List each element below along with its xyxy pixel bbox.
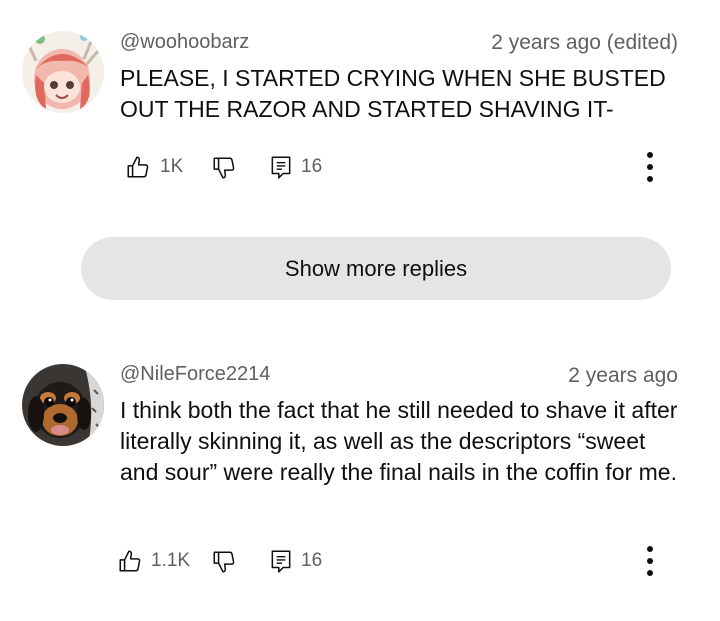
comment-text: I think both the fact that he still need… [120, 397, 678, 485]
thumbs-up-icon[interactable] [117, 548, 143, 574]
thumbs-down-icon[interactable] [211, 155, 237, 181]
reply-count: 16 [301, 550, 323, 571]
avatar[interactable] [22, 31, 104, 113]
more-vertical-icon[interactable] [645, 150, 655, 184]
reply-comment-icon[interactable] [268, 154, 294, 180]
thumbs-down-icon[interactable] [211, 549, 237, 575]
comment-2: @NileForce2214 2 years ago I think both … [0, 330, 720, 620]
comment-text: PLEASE, I STARTED CRYING WHEN SHE BUSTED… [120, 65, 666, 122]
like-count: 1K [160, 156, 184, 177]
comment-actions: 1.1K 16 [0, 540, 720, 580]
more-vertical-icon[interactable] [645, 544, 655, 578]
comment-timestamp[interactable]: 2 years ago (edited) [491, 31, 678, 55]
reply-comment-icon[interactable] [268, 548, 294, 574]
comment-1: @woohoobarz 2 years ago (edited) PLEASE,… [0, 0, 720, 200]
reply-count: 16 [301, 156, 323, 177]
anime-character-avatar-icon [22, 31, 104, 113]
comment-author-handle[interactable]: @NileForce2214 [120, 363, 270, 386]
comment-author-handle[interactable]: @woohoobarz [120, 31, 249, 54]
like-count: 1.1K [151, 550, 191, 571]
show-more-replies-button[interactable]: Show more replies [81, 237, 671, 300]
comment-timestamp[interactable]: 2 years ago [568, 364, 678, 388]
dog-photo-avatar-icon [22, 364, 104, 446]
comment-actions: 1K 16 [0, 146, 720, 186]
thumbs-up-icon[interactable] [125, 154, 151, 180]
avatar[interactable] [22, 364, 104, 446]
